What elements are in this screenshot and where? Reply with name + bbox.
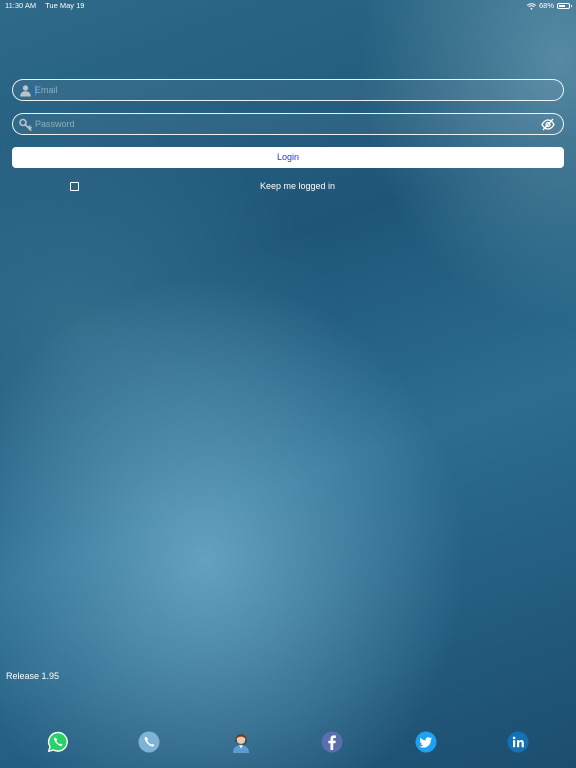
login-button[interactable]: Login (12, 147, 564, 168)
keep-logged-in-checkbox[interactable] (70, 182, 79, 191)
battery-icon (557, 3, 572, 9)
linkedin-button[interactable] (507, 731, 529, 753)
password-input[interactable] (35, 114, 537, 134)
email-input[interactable] (35, 80, 537, 100)
status-bar: 11:30 AM Tue May 19 68% (0, 0, 576, 12)
status-left: 11:30 AM Tue May 19 (5, 0, 91, 12)
phone-button[interactable] (138, 731, 160, 753)
facebook-icon (321, 731, 343, 753)
keep-logged-in-label[interactable]: Keep me logged in (260, 181, 335, 191)
wifi-icon (526, 2, 536, 10)
status-date: Tue May 19 (45, 1, 85, 10)
status-right: 68% (526, 0, 572, 12)
twitter-button[interactable] (415, 731, 437, 753)
linkedin-icon (507, 731, 529, 753)
email-field[interactable] (12, 79, 564, 101)
facebook-button[interactable] (321, 731, 343, 753)
user-icon (20, 85, 31, 97)
key-icon (19, 118, 32, 131)
eye-slash-icon[interactable] (541, 118, 555, 131)
status-time: 11:30 AM (5, 1, 37, 10)
release-version: Release 1.95 (6, 671, 60, 681)
password-field[interactable] (12, 113, 564, 135)
support-agent-icon (233, 734, 249, 753)
whatsapp-button[interactable] (47, 731, 69, 753)
battery-percent: 68% (538, 1, 554, 10)
twitter-icon (415, 731, 437, 753)
phone-icon (138, 731, 160, 753)
support-agent-button[interactable] (230, 731, 252, 753)
whatsapp-icon (47, 731, 68, 753)
